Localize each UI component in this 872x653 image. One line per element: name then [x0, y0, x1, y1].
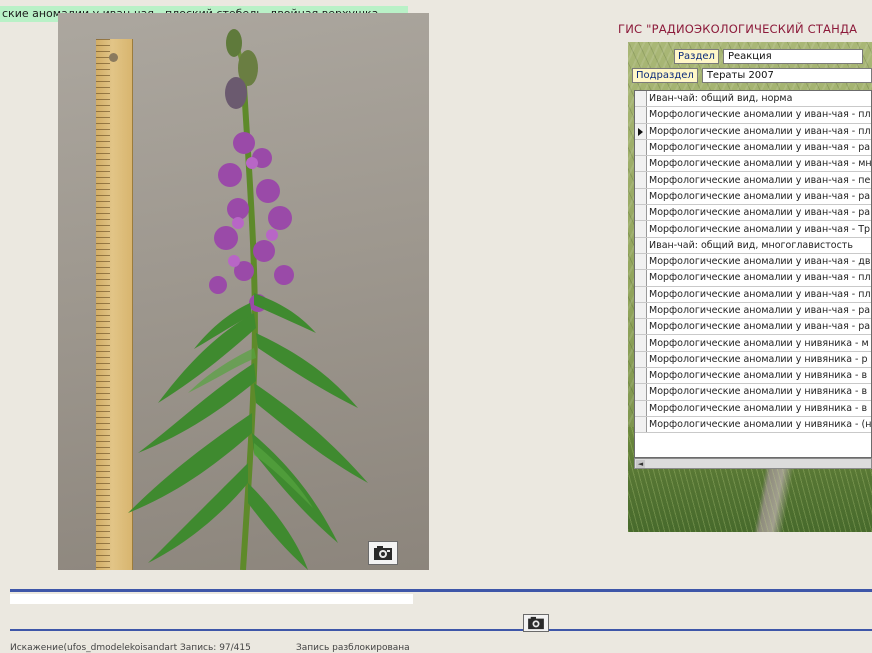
list-item-label: Морфологические аномалии у иван-чая - пл: [649, 288, 871, 300]
fireweed-plant-image: [128, 29, 368, 570]
divider-bottom: [10, 629, 872, 631]
divider-top: [10, 589, 872, 592]
row-selector[interactable]: [635, 400, 647, 416]
row-selector[interactable]: [635, 368, 647, 384]
list-item[interactable]: Морфологические аномалии у иван-чая - пе: [635, 172, 871, 189]
list-item-label: Морфологические аномалии у иван-чая - пл: [649, 272, 871, 284]
list-item-label: Морфологические аномалии у иван-чая - ра: [649, 305, 871, 316]
list-item[interactable]: Морфологические аномалии у иван-чая - ра: [635, 188, 871, 206]
list-item[interactable]: Морфологические аномалии у нивяника - р: [635, 351, 871, 369]
subsection-label: Подраздел: [632, 68, 698, 83]
row-selector[interactable]: [635, 416, 647, 433]
list-item[interactable]: Морфологические аномалии у нивяника - (н: [635, 416, 871, 434]
list-item-label: Морфологические аномалии у иван-чая - ра: [649, 207, 871, 219]
row-selector[interactable]: [635, 107, 647, 123]
list-item[interactable]: Морфологические аномалии у иван-чая - пл: [635, 270, 871, 287]
row-selector[interactable]: [635, 221, 647, 237]
row-selector[interactable]: [635, 123, 647, 139]
plant-photo: [58, 13, 429, 570]
list-item[interactable]: Морфологические аномалии у иван-чая - Тр: [635, 221, 871, 238]
list-scrollbar[interactable]: ◄: [634, 458, 872, 469]
row-selector[interactable]: [635, 172, 647, 188]
row-selector[interactable]: [635, 286, 647, 302]
list-item-label: Морфологические аномалии у иван-чая - пе: [649, 174, 871, 186]
section-label: Раздел: [674, 49, 719, 64]
camera-button-bottom[interactable]: [523, 614, 549, 632]
list-item-label: Морфологические аномалии у нивяника - в: [649, 370, 868, 382]
list-item[interactable]: Иван-чай: общий вид, многоглавистость: [635, 237, 871, 254]
list-item-label: Морфологические аномалии у нивяника - м: [649, 337, 869, 349]
row-selector[interactable]: [635, 319, 647, 335]
row-selector[interactable]: [635, 188, 647, 205]
list-item-label: Морфологические аномалии у нивяника - р: [649, 353, 868, 365]
camera-icon: [528, 616, 544, 630]
list-item[interactable]: Морфологические аномалии у нивяника - м: [635, 335, 871, 352]
list-item[interactable]: Морфологические аномалии у иван-чая - ра: [635, 139, 871, 157]
list-item-label: Морфологические аномалии у иван-чая - пл: [649, 109, 871, 121]
scroll-left-icon[interactable]: ◄: [636, 460, 645, 468]
list-item[interactable]: Морфологические аномалии у иван-чая - пл: [635, 286, 871, 303]
row-selector[interactable]: [635, 253, 647, 270]
list-item[interactable]: Морфологические аномалии у иван-чая - ра: [635, 319, 871, 336]
list-item-label: Морфологические аномалии у нивяника - (н: [649, 419, 871, 431]
section-select[interactable]: Реакция: [722, 49, 863, 64]
status-lock: Запись разблокирована: [296, 643, 410, 653]
subsection-select[interactable]: Тераты 2007: [701, 68, 872, 83]
list-item-label: Морфологические аномалии у иван-чая - ра: [649, 190, 871, 202]
progress-strip: [10, 594, 413, 604]
list-item[interactable]: Морфологические аномалии у иван-чая - пл: [635, 123, 871, 140]
row-selector[interactable]: [635, 335, 647, 351]
row-selector[interactable]: [635, 302, 647, 319]
camera-icon: [374, 546, 392, 560]
gis-title: ГИС "РАДИОЭКОЛОГИЧЕСКИЙ СТАНДА: [618, 22, 858, 36]
row-selector[interactable]: [635, 91, 647, 107]
list-item[interactable]: Иван-чай: общий вид, норма: [635, 91, 871, 108]
gis-panel: Раздел Реакция Подраздел Тераты 2007 Ива…: [628, 42, 872, 532]
list-item[interactable]: Морфологические аномалии у нивяника - в: [635, 384, 871, 401]
list-item-label: Морфологические аномалии у нивяника - в: [649, 386, 868, 398]
status-record: Искажение(ufos_dmodelekoisandart Запись:…: [10, 643, 251, 653]
list-item-label: Морфологические аномалии у иван-чая - Тр: [649, 223, 871, 235]
row-selector[interactable]: [635, 237, 647, 253]
list-item-label: Морфологические аномалии у нивяника - в: [649, 402, 868, 414]
list-item[interactable]: Морфологические аномалии у иван-чая - пл: [635, 107, 871, 124]
list-item-label: Морфологические аномалии у иван-чая - пл: [649, 125, 871, 137]
list-item[interactable]: Морфологические аномалии у иван-чая - ра: [635, 302, 871, 320]
list-item-label: Морфологические аномалии у иван-чая - мн: [649, 158, 871, 170]
row-selector[interactable]: [635, 205, 647, 221]
list-item[interactable]: Морфологические аномалии у иван-чая - мн: [635, 156, 871, 173]
row-selector[interactable]: [635, 270, 647, 286]
row-selector[interactable]: [635, 351, 647, 368]
row-selector[interactable]: [635, 384, 647, 400]
list-item[interactable]: Морфологические аномалии у иван-чая - ра: [635, 205, 871, 222]
list-item-label: Морфологические аномалии у иван-чая - дв: [649, 256, 871, 268]
list-item-label: Иван-чай: общий вид, многоглавистость: [649, 239, 853, 251]
list-item-label: Иван-чай: общий вид, норма: [649, 93, 793, 105]
camera-button[interactable]: [368, 541, 398, 565]
records-list[interactable]: Иван-чай: общий вид, норма Морфологически…: [634, 90, 872, 458]
list-item[interactable]: Морфологические аномалии у нивяника - в: [635, 400, 871, 417]
section-row: Раздел Реакция: [674, 48, 863, 65]
list-item[interactable]: Морфологические аномалии у нивяника - в: [635, 368, 871, 385]
row-selector[interactable]: [635, 156, 647, 172]
list-item-label: Морфологические аномалии у иван-чая - ра: [649, 321, 871, 333]
subsection-row: Подраздел Тераты 2007: [632, 67, 872, 84]
row-selector[interactable]: [635, 139, 647, 156]
list-item-label: Морфологические аномалии у иван-чая - ра: [649, 142, 871, 154]
list-item[interactable]: Морфологические аномалии у иван-чая - дв: [635, 253, 871, 271]
